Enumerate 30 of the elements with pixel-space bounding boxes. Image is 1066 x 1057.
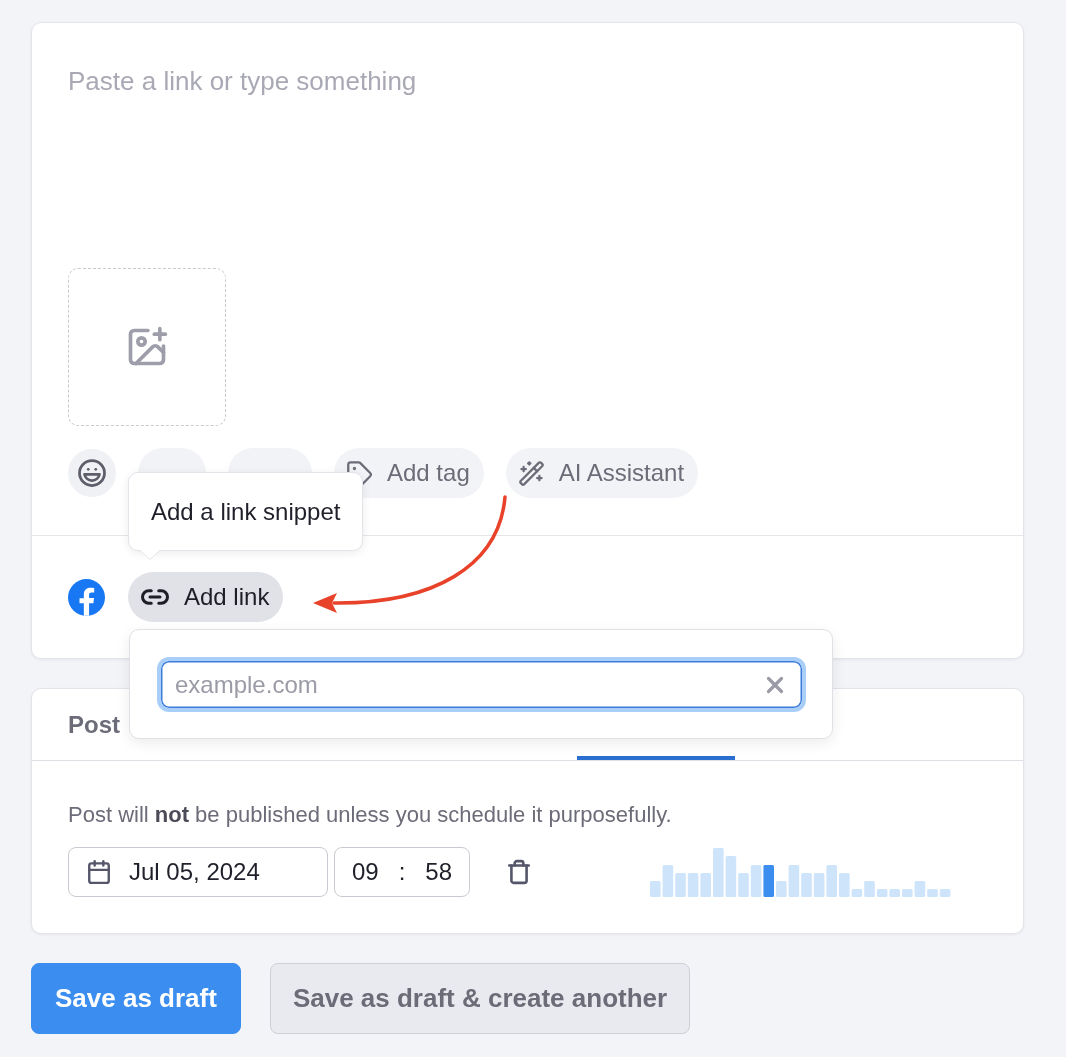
emoji-button[interactable] bbox=[68, 449, 116, 497]
media-dropzone[interactable] bbox=[68, 268, 226, 426]
activity-bar bbox=[750, 865, 762, 897]
tooltip: Add a link snippet bbox=[128, 472, 364, 551]
time-separator: : bbox=[398, 858, 406, 886]
url-input[interactable]: example.com bbox=[161, 661, 762, 708]
trash-icon[interactable] bbox=[506, 859, 532, 885]
current-activity-bar bbox=[763, 865, 774, 897]
url-input-field[interactable]: example.com bbox=[157, 657, 806, 712]
activity-bar bbox=[826, 865, 837, 897]
activity-bar bbox=[801, 873, 812, 897]
save-and-create-button[interactable]: Save as draft & create another bbox=[269, 963, 691, 1034]
tooltip-pointer-icon bbox=[140, 550, 160, 560]
time-field[interactable]: 09 : 58 bbox=[334, 847, 470, 897]
wand-sparkles-icon bbox=[517, 459, 545, 487]
minute-value[interactable]: 58 bbox=[425, 858, 452, 886]
activity-bar bbox=[713, 848, 724, 897]
activity-bar bbox=[687, 873, 699, 897]
activity-bar bbox=[675, 873, 686, 897]
schedule-notice: Post will not be published unless you schedule it purposefully. bbox=[68, 801, 673, 828]
pill-button[interactable]: Add tag bbox=[334, 448, 484, 498]
calendar-icon bbox=[86, 859, 112, 885]
date-field[interactable]: Jul 05, 2024 bbox=[68, 847, 328, 897]
facebook-icon bbox=[68, 578, 105, 616]
activity-bar bbox=[813, 873, 825, 897]
activity-bar bbox=[700, 873, 711, 897]
add-link-button[interactable]: Add link bbox=[128, 572, 284, 622]
smiley-icon bbox=[77, 458, 107, 488]
pill-button[interactable]: AI Assistant bbox=[505, 448, 699, 498]
hour-value[interactable]: 09 bbox=[352, 858, 379, 886]
